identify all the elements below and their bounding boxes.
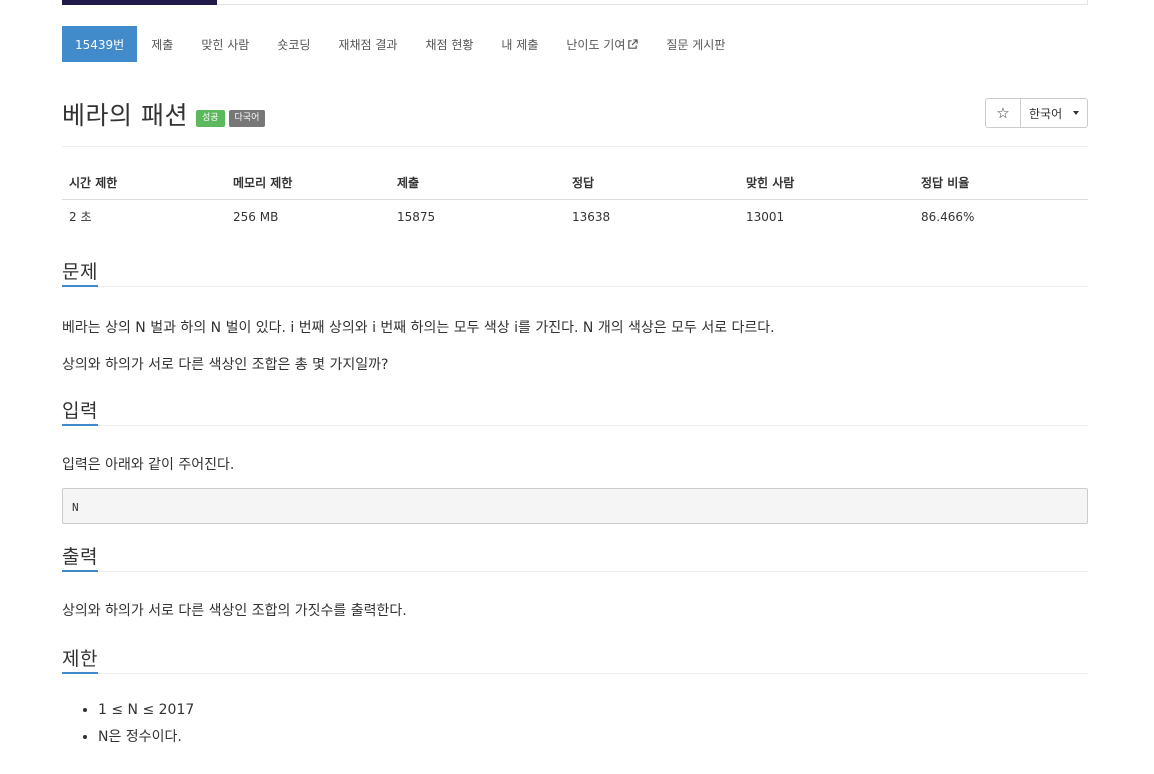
input-format-block: N bbox=[62, 488, 1088, 524]
input-section: 입력 입력은 아래와 같이 주어진다. N bbox=[62, 396, 1088, 524]
tab-solvers[interactable]: 맞힌 사람 bbox=[187, 26, 263, 62]
problem-page: 15439번 제출 맞힌 사람 숏코딩 재채점 결과 채점 현황 내 제출 난이… bbox=[0, 0, 1154, 774]
problem-nav: 15439번 제출 맞힌 사람 숏코딩 재채점 결과 채점 현황 내 제출 난이… bbox=[62, 26, 739, 62]
stats-value: 2 초 bbox=[69, 210, 92, 224]
problem-text: 상의와 하의가 서로 다른 색상인 조합은 총 몇 가지일까? bbox=[62, 357, 389, 373]
title-divider bbox=[62, 146, 1088, 147]
multilang-badge: 다국어 bbox=[228, 109, 266, 127]
stats-value: 86.466% bbox=[921, 209, 975, 224]
output-text: 상의와 하의가 서로 다른 색상인 조합의 가짓수를 출력한다. bbox=[62, 603, 407, 619]
language-dropdown[interactable]: 한국어 bbox=[1021, 98, 1088, 128]
limits-list: 1 ≤ N ≤ 2017 N은 정수이다. bbox=[62, 702, 1088, 746]
caret-down-icon bbox=[1073, 111, 1079, 115]
section-title: 입력 bbox=[62, 400, 98, 422]
stats-header: 정답 비율 bbox=[914, 168, 1088, 200]
list-item: N은 정수이다. bbox=[98, 726, 1088, 746]
section-divider bbox=[62, 571, 1088, 572]
stats-value: 13001 bbox=[746, 209, 785, 224]
section-accent bbox=[62, 285, 98, 287]
tab-problem[interactable]: 15439번 bbox=[62, 26, 138, 62]
page-title: 베라의 패션 bbox=[62, 101, 188, 130]
star-icon: ☆ bbox=[996, 104, 1010, 122]
section-header: 입력 bbox=[62, 396, 1088, 426]
title-button-group: ☆ 한국어 bbox=[985, 98, 1088, 128]
tab-rejudge-results[interactable]: 재채점 결과 bbox=[324, 26, 411, 62]
section-title: 문제 bbox=[62, 261, 98, 283]
favorite-button[interactable]: ☆ bbox=[985, 98, 1021, 128]
stats-value: 15875 bbox=[397, 209, 436, 224]
tab-submit[interactable]: 제출 bbox=[137, 26, 187, 62]
section-title: 제한 bbox=[62, 648, 98, 670]
tab-status[interactable]: 채점 현황 bbox=[411, 26, 487, 62]
problem-stats-table: 시간 제한 메모리 제한 제출 정답 맞힌 사람 정답 비율 2 초 256 M… bbox=[62, 168, 1088, 233]
section-accent bbox=[62, 672, 98, 674]
section-divider bbox=[62, 673, 1088, 674]
stats-value-row: 2 초 256 MB 15875 13638 13001 86.466% bbox=[62, 200, 1088, 234]
section-title: 출력 bbox=[62, 546, 98, 568]
tab-short-coding[interactable]: 숏코딩 bbox=[263, 26, 324, 62]
stats-header: 메모리 제한 bbox=[226, 168, 390, 200]
section-accent bbox=[62, 570, 98, 572]
section-accent bbox=[62, 424, 98, 426]
external-link-icon bbox=[628, 38, 639, 49]
section-divider bbox=[62, 286, 1088, 287]
output-section: 출력 상의와 하의가 서로 다른 색상인 조합의 가짓수를 출력한다. bbox=[62, 542, 1088, 620]
stats-header: 맞힌 사람 bbox=[739, 168, 914, 200]
section-divider bbox=[62, 425, 1088, 426]
tab-my-submissions[interactable]: 내 제출 bbox=[487, 26, 552, 62]
status-badge-success: 성공 bbox=[195, 109, 225, 127]
top-banner-image bbox=[62, 0, 217, 5]
section-header: 제한 bbox=[62, 644, 1088, 674]
list-item: 1 ≤ N ≤ 2017 bbox=[98, 702, 1088, 718]
tab-board[interactable]: 질문 게시판 bbox=[652, 26, 739, 62]
stats-header: 정답 bbox=[565, 168, 739, 200]
stats-header-row: 시간 제한 메모리 제한 제출 정답 맞힌 사람 정답 비율 bbox=[62, 168, 1088, 200]
limits-section: 제한 1 ≤ N ≤ 2017 N은 정수이다. bbox=[62, 644, 1088, 754]
stats-header: 시간 제한 bbox=[62, 168, 226, 200]
section-header: 문제 bbox=[62, 257, 1088, 287]
stats-value: 256 MB bbox=[233, 209, 279, 224]
problem-section: 문제 베라는 상의 N 벌과 하의 N 벌이 있다. i 번째 상의와 i 번째… bbox=[62, 257, 1088, 374]
problem-text: 베라는 상의 N 벌과 하의 N 벌이 있다. i 번째 상의와 i 번째 하의… bbox=[62, 320, 775, 336]
section-header: 출력 bbox=[62, 542, 1088, 572]
input-text: 입력은 아래와 같이 주어진다. bbox=[62, 457, 235, 473]
stats-value: 13638 bbox=[572, 209, 611, 224]
tab-difficulty[interactable]: 난이도 기여 bbox=[552, 26, 652, 62]
stats-header: 제출 bbox=[390, 168, 565, 200]
problem-title-row: 베라의 패션 성공 다국어 bbox=[62, 96, 266, 132]
tab-difficulty-label: 난이도 기여 bbox=[566, 37, 626, 52]
language-label: 한국어 bbox=[1029, 106, 1063, 121]
